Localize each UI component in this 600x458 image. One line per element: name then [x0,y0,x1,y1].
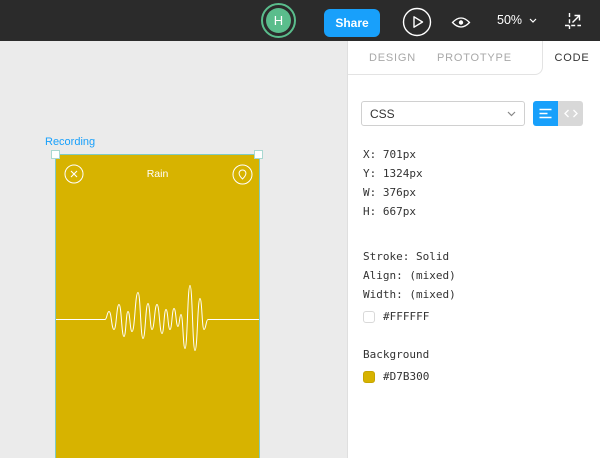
canvas[interactable]: Recording Rain [0,41,347,458]
prop-w: W: 376px [363,186,416,199]
tab-prototype[interactable]: PROTOTYPE [437,52,512,64]
stroke-color-swatch [363,310,375,323]
crop-icon [565,13,581,29]
pretty-view-button[interactable] [533,101,558,126]
code-language-select[interactable]: CSS [361,101,525,126]
avatar[interactable]: H [261,3,296,38]
prop-h: H: 667px [363,205,416,218]
figma-app: H Share 50% Recording Rain DESIGN PROTOT… [0,0,600,458]
background-label: Background [363,348,430,361]
code-brackets-icon [563,109,578,118]
play-icon [402,7,432,37]
artboard-recording[interactable]: Rain [55,154,260,458]
raw-code-view-button[interactable] [558,101,583,126]
prop-x: X: 701px [363,148,416,161]
background-color-swatch [363,370,375,383]
selection-handle-top-right[interactable] [254,150,263,159]
background-color-row[interactable]: #D7B300 [363,367,429,386]
prop-y: Y: 1324px [363,167,423,180]
chevron-down-icon [529,18,537,23]
prop-align: Align: (mixed) [363,269,456,282]
observation-mode-button[interactable] [451,16,471,34]
inactive-tabs-group: DESIGN PROTOTYPE [348,41,543,75]
zoom-level: 50% [497,13,523,27]
panel-tabs: DESIGN PROTOTYPE CODE [348,41,600,75]
stroke-color-row[interactable]: #FFFFFF [363,307,456,326]
canvas-tools-button[interactable] [563,10,585,38]
frame-label[interactable]: Recording [45,136,95,148]
prop-stroke: Stroke: Solid [363,250,450,263]
tab-code[interactable]: CODE [543,41,600,75]
stroke-color-hex: #FFFFFF [383,310,430,323]
align-left-icon [539,108,552,119]
code-language-value: CSS [370,106,395,121]
prop-width: Width: (mixed) [363,288,456,301]
stroke-properties: Stroke: Solid Align: (mixed) Width: (mix… [363,247,456,326]
background-color-hex: #D7B300 [383,370,430,383]
waveform-graphic [56,284,259,352]
share-button[interactable]: Share [324,9,380,37]
chevron-down-icon [507,111,516,116]
position-properties: X: 701px Y: 1324px W: 376px H: 667px [363,145,423,221]
inspector-panel: DESIGN PROTOTYPE CODE CSS X: 701px Y: 13… [347,41,600,458]
zoom-dropdown[interactable]: 50% [497,13,537,27]
code-view-toggle [533,101,583,126]
selection-handle-top-left[interactable] [51,150,60,159]
background-properties: Background #D7B300 [363,345,429,386]
tab-design[interactable]: DESIGN [369,52,416,64]
eye-icon [451,17,471,28]
present-play-button[interactable] [402,7,432,37]
top-toolbar: H Share 50% [0,0,600,41]
avatar-initial: H [266,8,291,33]
